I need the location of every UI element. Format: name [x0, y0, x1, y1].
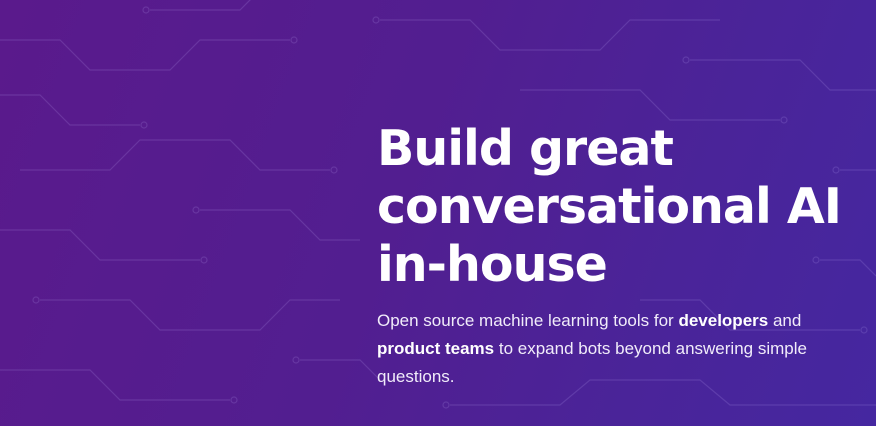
hero-content: Build great conversational AI in-house O…	[377, 120, 847, 391]
description-text-2: and	[768, 311, 802, 330]
description-bold-product-teams: product teams	[377, 339, 495, 358]
headline-line-1: Build great	[377, 120, 674, 177]
hero-headline: Build great conversational AI in-house	[377, 120, 847, 294]
hero-description: Open source machine learning tools for d…	[377, 307, 817, 391]
hero-section: Build great conversational AI in-house O…	[0, 0, 876, 426]
description-bold-developers: developers	[678, 311, 769, 330]
headline-line-2: conversational AI	[377, 178, 842, 235]
description-text-1: Open source machine learning tools for	[377, 311, 679, 330]
headline-line-3: in-house	[377, 236, 608, 293]
